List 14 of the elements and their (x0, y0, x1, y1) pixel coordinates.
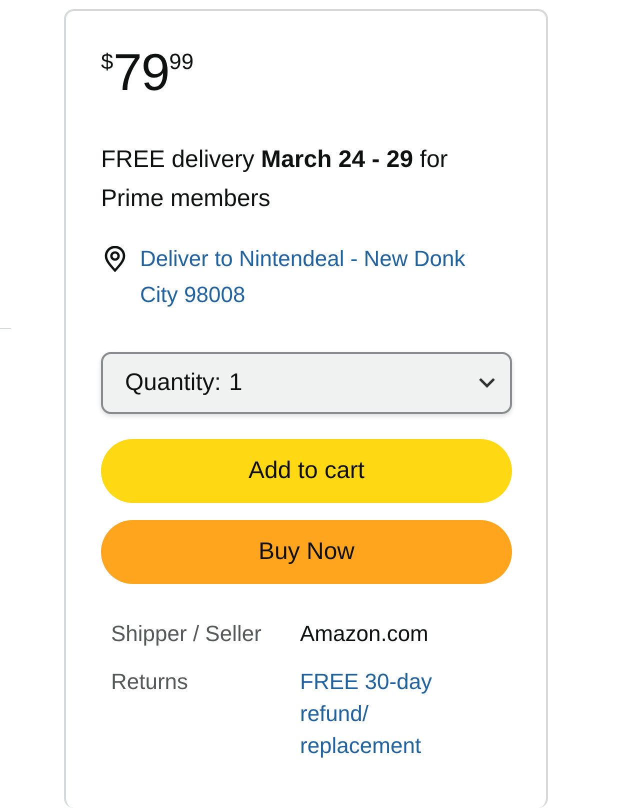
location-pin-icon (104, 246, 126, 272)
returns-link[interactable]: FREE 30-day refund/ replacement (300, 666, 460, 762)
buy-now-button[interactable]: Buy Now (101, 520, 512, 584)
price-whole: 79 (113, 47, 170, 99)
detail-label: Returns (111, 668, 190, 696)
chevron-down-icon (478, 377, 496, 389)
price-fraction: 99 (169, 51, 194, 73)
currency-symbol: $ (101, 51, 114, 73)
quantity-dropdown[interactable]: Quantity: 1 (101, 352, 512, 414)
detail-label: Shipper / Seller (111, 620, 262, 648)
delivery-info: FREE delivery March 24 - 29 for Prime members (101, 145, 449, 214)
detail-value: Amazon.com (300, 620, 430, 648)
deliver-to-link[interactable]: Deliver to Nintendeal - New Donk City 98008 (140, 241, 509, 313)
add-to-cart-button[interactable]: Add to cart (101, 439, 512, 503)
